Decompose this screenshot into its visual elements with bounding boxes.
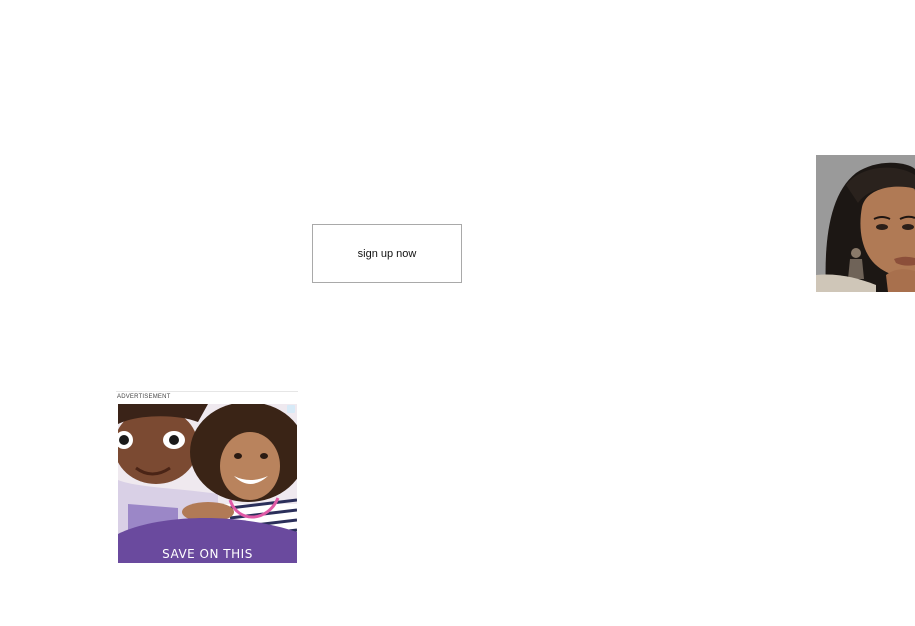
advertisement-label: ADVERTISEMENT xyxy=(117,394,171,400)
portrait-photo[interactable] xyxy=(816,155,915,292)
sign-up-button[interactable]: sign up now xyxy=(312,224,462,283)
sign-up-button-label: sign up now xyxy=(357,247,417,260)
ad-illustration xyxy=(118,404,297,563)
portrait-photo-icon xyxy=(816,155,915,292)
advertisement[interactable]: ADVERTISEMENT SAVE ON THIS xyxy=(116,391,298,563)
adchoices-icon[interactable] xyxy=(287,405,295,413)
advertisement-image[interactable]: SAVE ON THIS xyxy=(118,404,297,563)
advertisement-banner-text: SAVE ON THIS xyxy=(162,547,253,561)
page: sign up now ADVERTISEMENT SAVE ON THIS xyxy=(0,0,915,626)
